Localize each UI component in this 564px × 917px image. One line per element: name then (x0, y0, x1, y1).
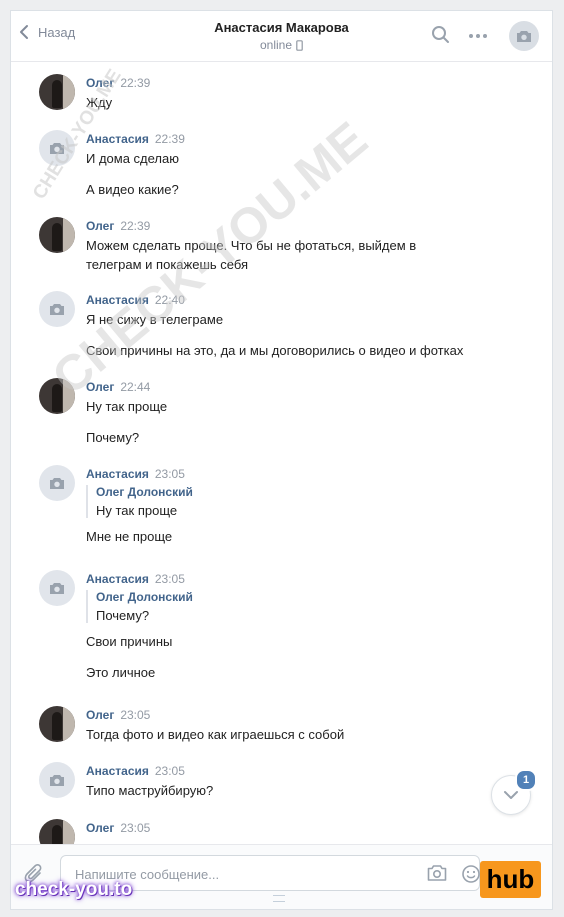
message-group: Олег 22:39 Жду (39, 74, 532, 114)
sender-name[interactable]: Анастасия (86, 293, 149, 307)
sender-name[interactable]: Анастасия (86, 467, 149, 481)
chat-window: Назад Анастасия Макарова online Олег 22:3… (10, 10, 553, 910)
message-text: Я не сижу в телеграме (86, 312, 224, 327)
camera-icon (50, 774, 64, 786)
chevron-down-icon (504, 791, 518, 799)
quote-text: Ну так проще (96, 503, 178, 518)
message-feed[interactable]: Олег 22:39 Жду Анастасия 22:39 И дома сдел… (11, 62, 552, 844)
sender-name[interactable]: Олег (86, 76, 114, 90)
sender-name[interactable]: Анастасия (86, 764, 149, 778)
message-time: 23:05 (154, 467, 185, 481)
online-status: online (11, 38, 552, 52)
message-group: Олег 23:05 Тогда фото и видео как играешь… (39, 706, 532, 746)
watermark-logo: check-you.to (15, 879, 133, 900)
forwarded-quote[interactable]: Олег Долонский Почему? (86, 590, 193, 623)
message-time: 23:05 (154, 572, 185, 586)
quote-author: Олег Долонский (96, 485, 193, 499)
quote-author: Олег Долонский (96, 590, 193, 604)
message-meta: Анастасия 23:05 (86, 762, 532, 780)
forwarded-quote[interactable]: Олег Долонский Ну так проще (86, 485, 193, 518)
sender-name[interactable]: Олег (86, 821, 114, 835)
message-time: 23:05 (120, 708, 151, 722)
message-text: Мне не проще (86, 529, 173, 544)
smile-icon[interactable] (461, 864, 481, 884)
camera-icon (517, 30, 531, 42)
message-group: Анастасия 23:05 Олег Долонский Ну так про… (39, 465, 532, 555)
message-text: Свои причины на это, да и мы договорилис… (86, 343, 464, 358)
camera-icon (50, 303, 64, 315)
message-text: Можем сделать проще. Что бы не фотаться,… (86, 238, 417, 253)
avatar[interactable] (39, 74, 75, 110)
message-meta: Анастасия 23:05 (86, 465, 532, 483)
avatar[interactable] (39, 291, 75, 327)
contact-avatar[interactable] (509, 21, 539, 51)
hub-logo: hub (480, 861, 541, 898)
message-text: Типо маструйбирую? (86, 783, 214, 798)
quote-text: Почему? (96, 608, 150, 623)
sender-name[interactable]: Олег (86, 708, 114, 722)
message-group: Олег 23:05 (39, 819, 532, 844)
phone-icon (296, 39, 303, 51)
camera-icon (50, 582, 64, 594)
message-text: И дома сделаю (86, 151, 179, 166)
message-text: Жду (86, 95, 113, 110)
message-text: А видео какие? (86, 182, 179, 197)
message-group: Анастасия 22:39 И дома сделаю А видео как… (39, 130, 532, 200)
message-text: Свои причины (86, 634, 173, 649)
avatar[interactable] (39, 570, 75, 606)
message-text: Это личное (86, 665, 156, 680)
camera-icon (50, 477, 64, 489)
message-text: телеграм и покажешь себя (86, 257, 249, 272)
message-group: Анастасия 22:40 Я не сижу в телеграме Сво… (39, 291, 532, 361)
avatar[interactable] (39, 217, 75, 253)
message-time: 22:44 (120, 380, 151, 394)
avatar[interactable] (39, 762, 75, 798)
message-meta: Анастасия 22:40 (86, 291, 532, 309)
message-time: 23:05 (154, 764, 185, 778)
sender-name[interactable]: Анастасия (86, 572, 149, 586)
message-meta: Анастасия 22:39 (86, 130, 532, 148)
sender-name[interactable]: Олег (86, 219, 114, 233)
message-meta: Анастасия 23:05 (86, 570, 532, 588)
message-meta: Олег 22:39 (86, 74, 532, 92)
avatar[interactable] (39, 819, 75, 844)
message-meta: Олег 23:05 (86, 706, 532, 724)
message-group: Анастасия 23:05 Типо маструйбирую? (39, 762, 532, 802)
avatar[interactable] (39, 378, 75, 414)
avatar[interactable] (39, 706, 75, 742)
camera-icon[interactable] (427, 864, 447, 882)
search-icon[interactable] (431, 25, 451, 45)
message-group: Олег 22:39 Можем сделать проще. Что бы не… (39, 217, 532, 277)
message-group: Анастасия 23:05 Олег Долонский Почему? Св… (39, 570, 532, 690)
message-text: Почему? (86, 430, 140, 445)
sender-name[interactable]: Олег (86, 380, 114, 394)
message-time: 23:05 (120, 821, 151, 835)
message-meta: Олег 22:44 (86, 378, 532, 396)
avatar[interactable] (39, 130, 75, 166)
message-time: 22:39 (154, 132, 185, 146)
message-time: 22:39 (120, 76, 151, 90)
message-text: Тогда фото и видео как играешься с собой (86, 727, 345, 742)
avatar[interactable] (39, 465, 75, 501)
chat-header: Назад Анастасия Макарова online (11, 11, 552, 62)
camera-icon (50, 142, 64, 154)
more-icon[interactable] (468, 33, 488, 39)
resize-handle[interactable] (273, 895, 285, 902)
message-time: 22:39 (120, 219, 151, 233)
message-group: Олег 22:44 Ну так проще Почему? (39, 378, 532, 448)
message-meta: Олег 23:05 (86, 819, 532, 837)
message-meta: Олег 22:39 (86, 217, 532, 235)
status-text: online (259, 38, 293, 52)
unread-badge: 1 (515, 769, 537, 791)
message-time: 22:40 (154, 293, 185, 307)
message-text: Ну так проще (86, 399, 168, 414)
sender-name[interactable]: Анастасия (86, 132, 149, 146)
